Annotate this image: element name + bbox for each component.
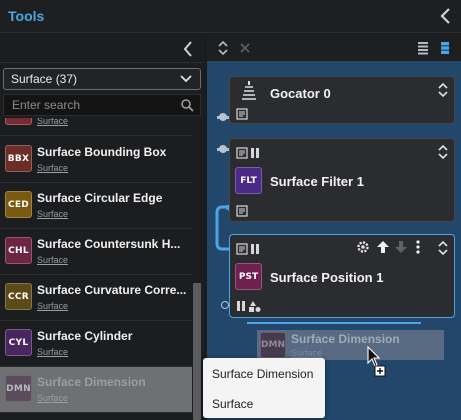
tooltip-category: Surface <box>212 397 254 411</box>
tool-category: Surface <box>37 209 69 219</box>
drag-preview-category: Surface <box>291 348 323 358</box>
tool-badge: CYL <box>5 329 32 356</box>
tool-category: Surface <box>37 118 69 126</box>
drag-preview-name: Surface Dimension <box>291 332 400 346</box>
tooltip-name: Surface Dimension <box>212 367 314 381</box>
tooltip: Surface Dimension Surface <box>203 358 325 418</box>
reorder-icon[interactable] <box>438 240 448 256</box>
output-data-icon <box>237 301 261 312</box>
tool-category: Surface <box>37 301 69 311</box>
tool-name: Surface Curvature Corre... <box>37 283 187 297</box>
tool-category: Surface <box>37 347 69 357</box>
tool-name: Surface Countersunk H... <box>37 237 181 251</box>
pipeline-toolbar <box>207 35 461 61</box>
search-input[interactable] <box>12 97 172 113</box>
output-port[interactable] <box>219 113 227 121</box>
tool-badge: FLT <box>235 167 262 194</box>
category-select-value: Surface (37) <box>11 72 78 86</box>
tool-list: Surface BBX Surface Bounding Box Surface… <box>0 118 192 420</box>
tool-library-toolbar <box>0 35 204 63</box>
tool-item[interactable]: CYL Surface Cylinder Surface <box>0 321 192 367</box>
card-view-icon[interactable] <box>438 41 452 55</box>
tool-item[interactable]: BBX Surface Bounding Box Surface <box>0 137 192 183</box>
unlinked-port[interactable] <box>221 301 229 309</box>
input-data-icon <box>236 147 259 159</box>
tool-name: Surface Cylinder <box>37 329 133 343</box>
scrollbar-thumb[interactable] <box>193 283 201 420</box>
more-options-icon[interactable] <box>415 240 421 254</box>
output-data-icon <box>236 205 248 217</box>
tool-library-panel: Surface (37) Surface BBX Surface Boundin… <box>0 35 204 420</box>
move-down-icon[interactable] <box>394 240 408 254</box>
input-data-icon <box>236 243 259 255</box>
collapse-panel-icon[interactable] <box>439 7 453 25</box>
collapse-all-icon[interactable] <box>238 41 252 55</box>
tool-name: Surface Circular Edge <box>37 191 163 205</box>
tool-item-dragging[interactable]: DMN Surface Dimension Surface <box>0 367 192 413</box>
tool-name: Surface Bounding Box <box>37 145 167 159</box>
tool-badge: DMN <box>260 332 286 358</box>
tool-list-scrollbar[interactable] <box>192 118 202 420</box>
drag-preview: DMN Surface Dimension Surface <box>257 330 444 360</box>
tool-badge <box>5 118 32 125</box>
gear-icon[interactable] <box>356 240 370 254</box>
tool-item[interactable]: CED Surface Circular Edge Surface <box>0 183 192 229</box>
list-view-icon[interactable] <box>416 41 430 55</box>
collapse-library-icon[interactable] <box>182 40 194 58</box>
reorder-icon[interactable] <box>438 144 448 160</box>
tool-badge: CCR <box>5 283 32 310</box>
sensor-node[interactable]: Gocator 0 <box>229 76 455 124</box>
sensor-icon <box>242 81 256 100</box>
drop-indicator <box>247 322 421 324</box>
tool-badge: CED <box>5 191 32 218</box>
drag-copy-cursor-icon <box>367 346 386 377</box>
tool-badge: PST <box>235 263 262 290</box>
search-icon[interactable] <box>180 98 194 112</box>
tool-badge: CHL <box>5 237 32 264</box>
move-up-icon[interactable] <box>376 240 390 254</box>
search-box <box>3 94 201 116</box>
panel-title: Tools <box>8 8 45 24</box>
tool-node[interactable]: FLT Surface Filter 1 <box>229 138 455 222</box>
tool-category: Surface <box>37 255 69 265</box>
tool-item[interactable]: CHL Surface Countersunk H... Surface <box>0 229 192 275</box>
tool-badge: DMN <box>5 375 32 402</box>
tool-badge: BBX <box>5 145 32 172</box>
tool-category: Surface <box>37 393 69 403</box>
reorder-icon[interactable] <box>438 82 448 98</box>
tool-item[interactable]: Surface <box>0 118 192 136</box>
category-select[interactable]: Surface (37) <box>3 68 201 90</box>
node-title: Surface Filter 1 <box>270 174 364 189</box>
node-title: Surface Position 1 <box>270 270 384 285</box>
input-port[interactable] <box>219 145 227 153</box>
tool-name: Surface Dimension <box>37 375 146 389</box>
tool-category: Surface <box>37 163 69 173</box>
tool-node-selected[interactable]: PST Surface Position 1 <box>229 234 455 318</box>
data-icon <box>236 108 248 120</box>
expand-all-icon[interactable] <box>216 41 230 55</box>
tool-item[interactable]: CCR Surface Curvature Corre... Surface <box>0 275 192 321</box>
node-title: Gocator 0 <box>270 86 331 101</box>
chevron-down-icon <box>180 75 192 83</box>
panel-header: Tools <box>0 0 461 33</box>
